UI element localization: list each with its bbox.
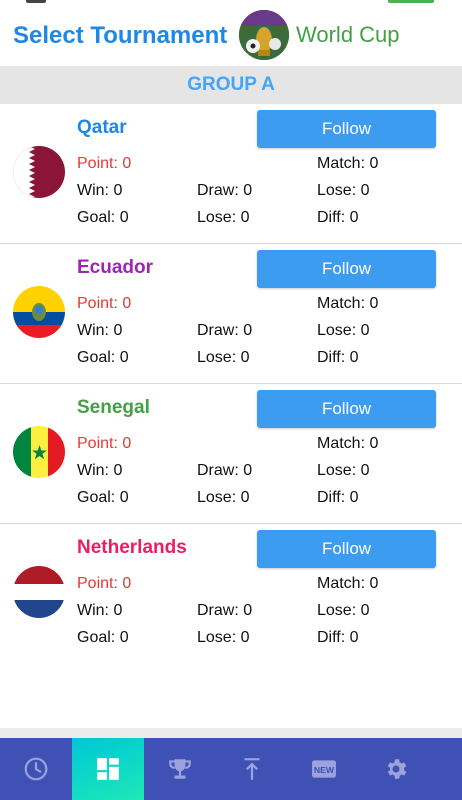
svg-text:NEW: NEW	[314, 765, 335, 775]
bottom-divider	[0, 728, 462, 738]
world-cup-trophy-icon	[239, 10, 289, 60]
nav-recent[interactable]	[0, 738, 72, 800]
goal-lose-stat: Lose: 0	[197, 349, 250, 366]
status-indicator-left	[26, 0, 46, 3]
lose-stat: Lose: 0	[317, 602, 370, 619]
qatar-flag-icon	[13, 146, 65, 198]
diff-stat: Diff: 0	[317, 209, 359, 226]
draw-stat: Draw: 0	[197, 462, 253, 479]
world-cup-trophy-logo[interactable]	[239, 10, 289, 60]
match-stat: Match: 0	[317, 295, 379, 312]
point-stat: Point: 0	[77, 575, 132, 592]
draw-stat: Draw: 0	[197, 602, 253, 619]
team-row-senegal: Senegal Follow Point: 0 Match: 0 Win: 0 …	[0, 384, 462, 524]
draw-stat: Draw: 0	[197, 322, 253, 339]
match-stat: Match: 0	[317, 435, 379, 452]
lose-stat: Lose: 0	[317, 462, 370, 479]
upload-icon	[244, 758, 260, 780]
goal-stat: Goal: 0	[77, 349, 129, 366]
dashboard-icon	[97, 758, 119, 780]
match-stat: Match: 0	[317, 155, 379, 172]
nav-new[interactable]: NEW	[288, 738, 360, 800]
netherlands-flag-icon	[13, 566, 65, 618]
point-stat: Point: 0	[77, 155, 132, 172]
follow-button[interactable]: Follow	[257, 530, 436, 568]
nav-settings[interactable]	[360, 738, 432, 800]
goal-stat: Goal: 0	[77, 489, 129, 506]
goal-lose-stat: Lose: 0	[197, 489, 250, 506]
team-name: Netherlands	[77, 537, 187, 558]
follow-button[interactable]: Follow	[257, 390, 436, 428]
team-list: Qatar Follow Point: 0 Match: 0 Win: 0 Dr…	[0, 104, 462, 728]
trophy-icon	[169, 759, 191, 779]
point-stat: Point: 0	[77, 435, 132, 452]
follow-button[interactable]: Follow	[257, 110, 436, 148]
senegal-flag-icon	[13, 426, 65, 478]
page-title: Select Tournament	[13, 22, 228, 49]
win-stat: Win: 0	[77, 322, 123, 339]
bottom-navigation: NEW	[0, 738, 462, 800]
team-row-qatar: Qatar Follow Point: 0 Match: 0 Win: 0 Dr…	[0, 104, 462, 244]
win-stat: Win: 0	[77, 602, 123, 619]
gear-icon	[387, 759, 407, 779]
team-name: Qatar	[77, 117, 127, 138]
new-badge-icon: NEW	[312, 760, 336, 778]
lose-stat: Lose: 0	[317, 322, 370, 339]
goal-lose-stat: Lose: 0	[197, 209, 250, 226]
team-name: Senegal	[77, 397, 150, 418]
follow-button[interactable]: Follow	[257, 250, 436, 288]
tournament-name[interactable]: World Cup	[296, 22, 400, 48]
diff-stat: Diff: 0	[317, 349, 359, 366]
diff-stat: Diff: 0	[317, 489, 359, 506]
nav-dashboard[interactable]	[72, 738, 144, 800]
team-name: Ecuador	[77, 257, 154, 278]
goal-lose-stat: Lose: 0	[197, 629, 250, 646]
match-stat: Match: 0	[317, 575, 379, 592]
nav-top[interactable]	[216, 738, 288, 800]
lose-stat: Lose: 0	[317, 182, 370, 199]
diff-stat: Diff: 0	[317, 629, 359, 646]
nav-tournaments[interactable]	[144, 738, 216, 800]
point-stat: Point: 0	[77, 295, 132, 312]
goal-stat: Goal: 0	[77, 209, 129, 226]
win-stat: Win: 0	[77, 462, 123, 479]
ecuador-flag-icon	[13, 286, 65, 338]
team-row-ecuador: Ecuador Follow Point: 0 Match: 0 Win: 0 …	[0, 244, 462, 384]
win-stat: Win: 0	[77, 182, 123, 199]
clock-icon	[24, 757, 48, 781]
battery-indicator	[388, 0, 434, 3]
app-header: Select Tournament World Cup	[0, 4, 462, 66]
draw-stat: Draw: 0	[197, 182, 253, 199]
team-row-netherlands: Netherlands Follow Point: 0 Match: 0 Win…	[0, 524, 462, 663]
goal-stat: Goal: 0	[77, 629, 129, 646]
group-header: GROUP A	[0, 66, 462, 104]
